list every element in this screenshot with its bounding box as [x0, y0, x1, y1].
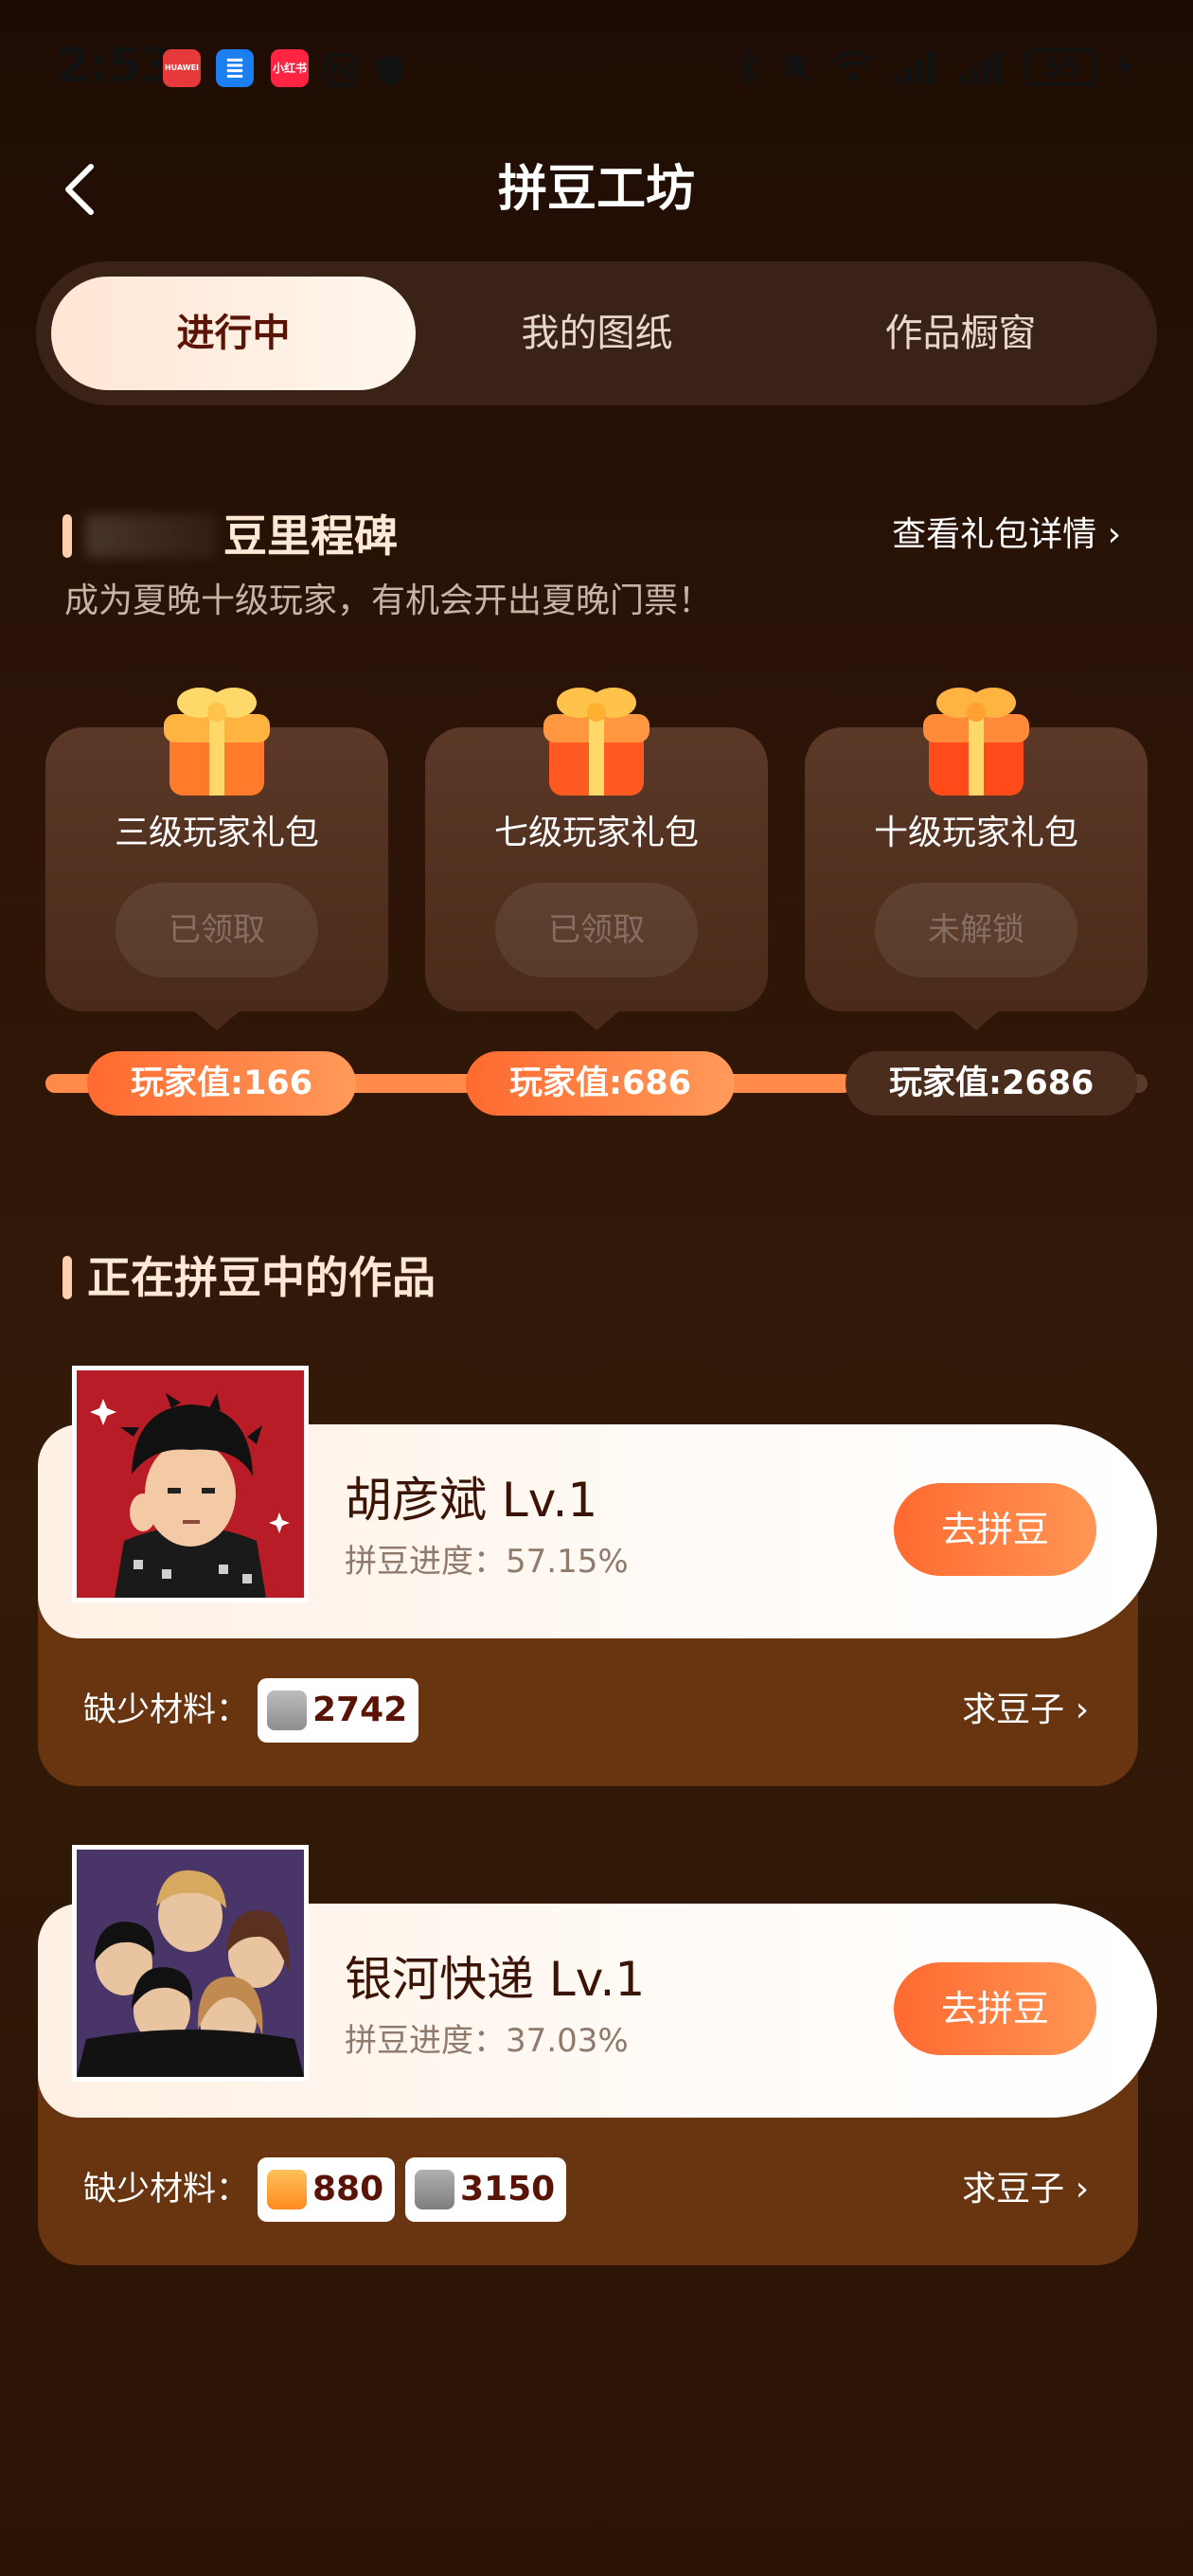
material-chip: 2742 [258, 1678, 419, 1743]
shield-icon [377, 55, 403, 86]
work-progress: 拼豆进度：57.15% [345, 1543, 629, 1581]
gift-name-level7: 七级玩家礼包 [493, 814, 699, 852]
material-count: 880 [312, 2170, 384, 2209]
tab-my-patterns[interactable]: 我的图纸 [415, 277, 779, 390]
page-title: 拼豆工坊 [497, 161, 695, 218]
player-value-pill-686: 玩家值:686 [466, 1051, 736, 1116]
material-chip: 880 [258, 2157, 396, 2222]
mute-bell-icon [779, 51, 811, 83]
bluetooth-icon [737, 48, 758, 86]
wifi-icon [831, 51, 875, 82]
battery-indicator: 55 [1024, 48, 1098, 86]
gift-name-level10: 十级玩家礼包 [873, 814, 1078, 852]
gift-box-icon [164, 688, 270, 796]
gift-name-level3: 三级玩家礼包 [114, 814, 319, 852]
gift-pointer [572, 1010, 621, 1030]
material-count: 2742 [312, 1690, 408, 1729]
gift-pointer [192, 1010, 241, 1030]
milestone-subtitle: 成为夏晚十级玩家，有机会开出夏晚门票！ [64, 581, 713, 620]
tab-in-progress[interactable]: 进行中 [51, 277, 416, 390]
material-count: 3150 [460, 2170, 556, 2209]
section-marker [62, 1256, 72, 1299]
gift-details-link[interactable]: 查看礼包详情 › [892, 511, 1121, 559]
tab-showcase[interactable]: 作品橱窗 [778, 277, 1143, 390]
gray-bead-icon [415, 2170, 454, 2209]
huawei-app-icon: HUAWEI [163, 49, 201, 87]
missing-materials-label: 缺少材料： [83, 2171, 250, 2209]
signal-icon [894, 52, 935, 84]
work-avatar[interactable] [72, 1366, 309, 1602]
start-beading-button[interactable]: 去拼豆 [894, 1962, 1096, 2055]
section-marker [62, 514, 72, 558]
charging-icon [1117, 50, 1132, 84]
missing-materials-label: 缺少材料： [83, 1691, 250, 1729]
gray-bead-icon [267, 1690, 307, 1730]
status-right: 55 [733, 44, 1136, 91]
milestone-title: 豆里程碑 [223, 510, 398, 562]
nfc-icon [324, 53, 358, 87]
works-section-title: 正在拼豆中的作品 [87, 1252, 436, 1303]
work-progress: 拼豆进度：37.03% [345, 2022, 629, 2060]
player-value-pill-166: 玩家值:166 [87, 1051, 357, 1116]
blurred-prefix [85, 514, 218, 558]
gift-box-icon [923, 688, 1029, 796]
claimed-button-level7: 已领取 [495, 883, 698, 977]
ask-beans-link[interactable]: 求豆子 › [962, 1678, 1089, 1743]
xiaohongshu-app-icon: 小红书 [271, 49, 309, 87]
tab-bar: 进行中 我的图纸 作品橱窗 [36, 261, 1157, 405]
start-beading-button[interactable]: 去拼豆 [894, 1483, 1096, 1576]
work-avatar[interactable] [72, 1845, 309, 2082]
signal-icon-2 [960, 52, 1002, 84]
locked-button-level10: 未解锁 [875, 883, 1077, 977]
reader-app-icon: ≣ [216, 49, 254, 87]
material-chip: 3150 [405, 2157, 567, 2222]
claimed-button-level3: 已领取 [116, 883, 318, 977]
work-title: 银河快递 Lv.1 [345, 1952, 646, 2007]
player-value-pill-2686: 玩家值:2686 [846, 1051, 1138, 1116]
gift-pointer [952, 1010, 1001, 1030]
status-bar: 2:53 HUAWEI ≣ 小红书 55 [0, 0, 1193, 133]
status-time: 2:53 [57, 38, 175, 93]
gift-box-icon [543, 688, 650, 796]
ask-beans-link[interactable]: 求豆子 › [962, 2157, 1089, 2222]
orange-bead-icon [267, 2170, 307, 2209]
work-title: 胡彦斌 Lv.1 [345, 1473, 598, 1528]
